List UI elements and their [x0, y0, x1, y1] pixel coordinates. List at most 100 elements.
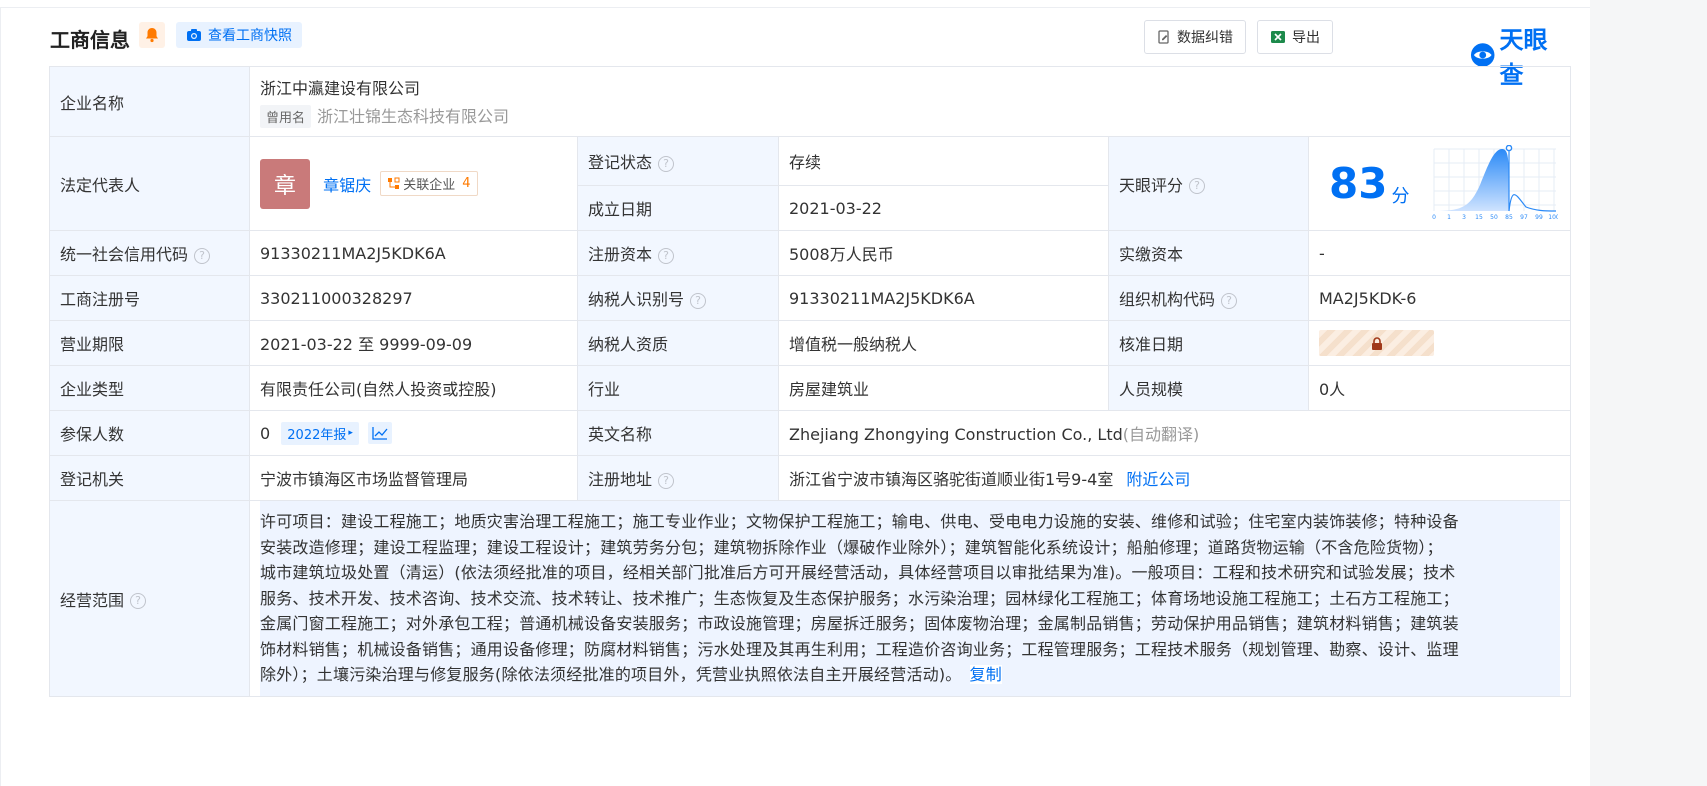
legal-rep-label: 法定代表人 [49, 136, 250, 231]
snapshot-button[interactable]: 查看工商快照 [176, 22, 302, 48]
score-tick-label: 0 [1432, 214, 1436, 221]
industry-value: 房屋建筑业 [778, 365, 1109, 411]
network-icon [388, 177, 400, 189]
credit-code-value: 91330211MA2J5KDK6A [249, 230, 578, 276]
org-code-value: MA2J5KDK-6 [1307, 275, 1572, 321]
term-value: 2021-03-22 至 9999-09-09 [249, 320, 578, 366]
table-row: 统一社会信用代码? 91330211MA2J5KDK6A 注册资本? 5008万… [49, 230, 1572, 276]
address-value: 浙江省宁波市镇海区骆驼街道顺业街1号9-4室 [789, 470, 1114, 489]
org-code-label-cell: 组织机构代码? [1108, 275, 1309, 321]
type-label: 企业类型 [49, 365, 250, 411]
reg-capital-value: 5008万人民币 [778, 230, 1109, 276]
scope-line-last: 除外）；土壤污染治理与修复服务(除依法须经批准的项目外，凭营业执照依法自主开展经… [260, 662, 1560, 688]
section-header: 工商信息 查看工商快照 数据纠错 导出 天眼查 [50, 14, 1570, 89]
related-count: 4 [462, 176, 471, 191]
scope-label-cell: 经营范围? [49, 500, 250, 697]
bell-icon[interactable] [139, 22, 165, 48]
score-tick-label: 15 [1475, 214, 1483, 221]
score-tick-label: 1 [1447, 214, 1451, 221]
data-correction-button[interactable]: 数据纠错 [1144, 20, 1246, 54]
scope-line: 许可项目：建设工程施工；地质灾害治理工程施工；施工专业作业；文物保护工程施工；输… [260, 512, 1459, 532]
business-info-table: 企业名称 浙江中瀛建设有限公司 曾用名 浙江壮锦生态科技有限公司 法定代表人 章 … [49, 66, 1572, 697]
english-label: 英文名称 [577, 410, 779, 456]
scope-text: 许可项目：建设工程施工；地质灾害治理工程施工；施工专业作业；文物保护工程施工；输… [260, 501, 1561, 696]
org-code-label: 组织机构代码 [1119, 290, 1216, 309]
scope-line: 除外）；土壤污染治理与修复服务(除依法须经批准的项目外，凭营业执照依法自主开展经… [260, 665, 962, 685]
insured-value: 0 [260, 423, 271, 443]
snapshot-label: 查看工商快照 [208, 28, 292, 44]
industry-label: 行业 [577, 365, 779, 411]
legal-rep-name[interactable]: 章锯庆 [323, 176, 371, 195]
help-icon[interactable]: ? [658, 155, 675, 172]
credit-code-label-cell: 统一社会信用代码? [49, 230, 250, 276]
former-name-tag: 曾用名 [260, 105, 312, 128]
score-tick-label: 99 [1535, 214, 1543, 221]
former-name: 浙江壮锦生态科技有限公司 [317, 107, 510, 126]
table-row: 参保人数 0 2022年报 ▸ 英文名称 Zhejiang Zhongying C… [49, 410, 1572, 456]
score-distribution-chart: 0 1 3 15 50 85 97 99 100 [1432, 145, 1558, 221]
rating-label: 天眼评分 [1119, 175, 1184, 195]
avatar[interactable]: 章 [260, 158, 310, 209]
term-label: 营业期限 [49, 320, 250, 366]
insured-label: 参保人数 [49, 410, 250, 456]
reg-no-label: 工商注册号 [49, 275, 250, 321]
address-label: 注册地址 [588, 470, 653, 489]
section-title: 工商信息 [50, 28, 130, 52]
related-label: 关联企业 [403, 178, 456, 193]
address-cell: 浙江省宁波市镇海区骆驼街道顺业街1号9-4室 附近公司 [777, 455, 1572, 501]
paid-capital-value: - [1307, 230, 1572, 276]
table-row: 企业类型 有限责任公司(自然人投资或控股) 行业 房屋建筑业 人员规模 0人 [49, 365, 1572, 411]
reg-capital-label: 注册资本 [588, 245, 653, 264]
excel-icon [1271, 31, 1285, 43]
annual-report-tag[interactable]: 2022年报 ▸ [281, 421, 359, 445]
authority-value: 宁波市镇海区市场监督管理局 [249, 455, 578, 501]
score-tick-label: 97 [1520, 214, 1528, 221]
nearby-companies-link[interactable]: 附近公司 [1126, 470, 1190, 489]
status-label-cell: 登记状态? [577, 136, 779, 186]
trend-chart-button[interactable] [368, 422, 392, 444]
annual-report-label: 2022年报 [287, 427, 347, 443]
established-label: 成立日期 [577, 185, 779, 231]
help-icon[interactable]: ? [1221, 292, 1238, 309]
english-value: Zhejiang Zhongying Construction Co., Ltd [789, 425, 1123, 444]
table-row: 营业期限 2021-03-22 至 9999-09-09 纳税人资质 增值税一般… [49, 320, 1572, 366]
data-correction-label: 数据纠错 [1177, 30, 1233, 46]
related-companies-tag[interactable]: 关联企业 4 [380, 171, 478, 196]
locked-field[interactable] [1319, 330, 1434, 356]
established-value: 2021-03-22 [778, 185, 1109, 231]
help-icon[interactable]: ? [690, 292, 707, 309]
help-icon[interactable]: ? [658, 247, 675, 264]
eye-logo-icon [1470, 43, 1495, 67]
staff-value: 0人 [1307, 365, 1572, 411]
address-label-cell: 注册地址? [577, 455, 779, 501]
legal-rep-cell: 章 章锯庆 关联企业 4 [249, 136, 578, 231]
help-icon[interactable]: ? [130, 593, 147, 609]
lock-icon [1371, 336, 1382, 350]
scope-cell: 许可项目：建设工程施工；地质灾害治理工程施工；施工专业作业；文物保护工程施工；输… [248, 500, 1572, 697]
score-tick-label: 85 [1505, 214, 1513, 221]
authority-label: 登记机关 [49, 455, 250, 501]
help-icon[interactable]: ? [658, 472, 675, 489]
copy-link[interactable]: 复制 [969, 665, 1002, 685]
score-tick-label: 50 [1490, 214, 1498, 221]
reg-no-value: 330211000328297 [249, 275, 578, 321]
scope-label: 经营范围 [60, 590, 125, 610]
type-value: 有限责任公司(自然人投资或控股) [249, 365, 578, 411]
rating-label-cell: 天眼评分? [1108, 136, 1309, 231]
export-button[interactable]: 导出 [1257, 20, 1333, 54]
score-value: 83 [1329, 159, 1388, 208]
help-icon[interactable]: ? [1189, 178, 1206, 194]
table-row: 工商注册号 330211000328297 纳税人识别号? 91330211MA… [49, 275, 1572, 321]
taxpayer-qual-label: 纳税人资质 [577, 320, 779, 366]
rating-cell[interactable]: 83 分 0 1 3 15 50 85 97 99 100 [1307, 136, 1572, 231]
scope-line: 安装改造修理；建设工程监理；建设工程设计；建筑劳务分包；建筑物拆除作业（爆破作业… [260, 537, 1443, 557]
help-icon[interactable]: ? [194, 247, 211, 264]
scope-line: 服务、技术开发、技术咨询、技术交流、技术转让、技术推广；生态恢复及生态保护服务；… [260, 588, 1459, 608]
edit-doc-icon [1158, 29, 1169, 44]
approve-date-cell [1307, 320, 1572, 366]
company-name-cell: 浙江中瀛建设有限公司 曾用名 浙江壮锦生态科技有限公司 [248, 66, 1572, 137]
top-strip [0, 0, 1590, 8]
scope-line: 金属门窗工程施工；对外承包工程；普通机械设备安装服务；市政设施管理；房屋拆迁服务… [260, 614, 1459, 634]
taxpayer-id-value: 91330211MA2J5KDK6A [778, 275, 1109, 321]
taxpayer-qual-value: 增值税一般纳税人 [778, 320, 1109, 366]
